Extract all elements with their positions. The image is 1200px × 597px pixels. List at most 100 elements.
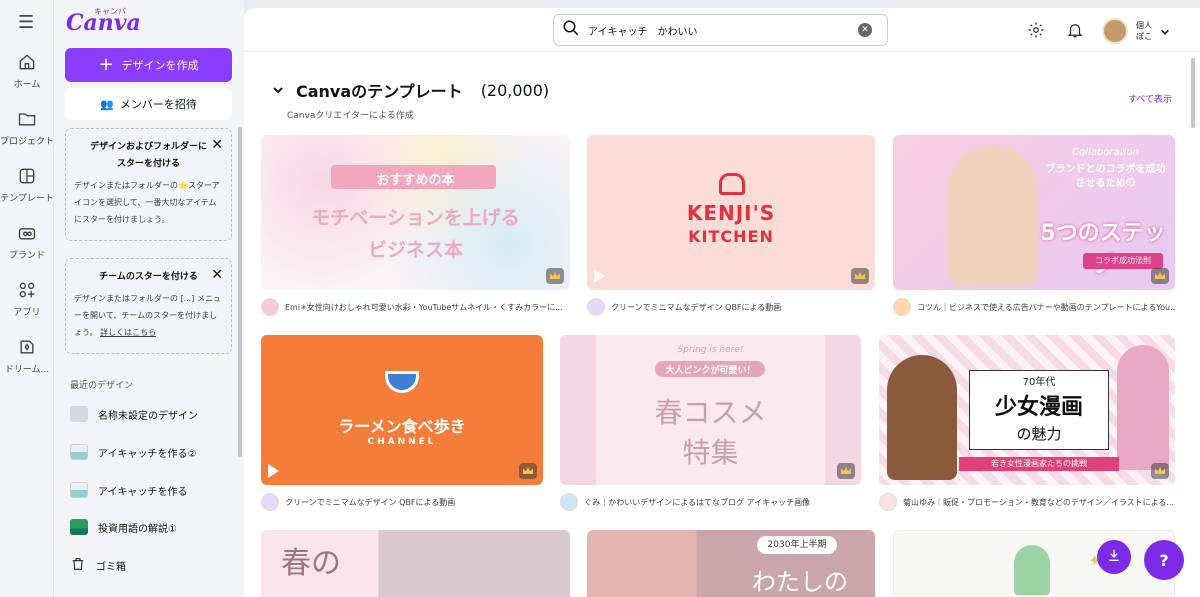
- help-button[interactable]: ?: [1144, 540, 1184, 580]
- trash-item[interactable]: ゴミ箱: [70, 555, 126, 575]
- search-box[interactable]: ✕: [553, 14, 888, 46]
- account-menu[interactable]: 個人 ぽこ: [1102, 18, 1170, 44]
- rail-item-projects[interactable]: プロジェクト: [0, 109, 54, 147]
- side-panel-scrollbar[interactable]: [238, 127, 242, 457]
- see-all-link[interactable]: すべて表示: [1128, 92, 1172, 105]
- template-card[interactable]: 2030年上半期 わたしの: [587, 530, 875, 597]
- crown-icon: [546, 268, 564, 284]
- download-icon: [1106, 547, 1122, 567]
- card-meta[interactable]: クリーンでミニマムなデザイン QBFによる動画: [587, 298, 875, 316]
- section-header[interactable]: Canvaのテンプレート (20,000): [272, 78, 549, 102]
- card-text: 春の: [281, 546, 341, 581]
- gear-icon: [1027, 22, 1045, 43]
- folder-icon: [17, 109, 37, 129]
- invite-members-button[interactable]: 👥 メンバーを招待: [65, 88, 232, 120]
- card-text: ビジネス本: [367, 239, 463, 261]
- card-meta[interactable]: クリーンでミニマムなデザイン QBFによる動画: [261, 493, 543, 511]
- template-card[interactable]: ✦: [893, 530, 1175, 597]
- close-icon[interactable]: ✕: [211, 137, 223, 153]
- rail-item-dream[interactable]: ドリーム...: [0, 337, 54, 375]
- template-card[interactable]: 春の: [261, 530, 570, 597]
- main-content: ✕ 個人ぽこ Canvaのテンプレート (20,000) Canvaクリエイター…: [244, 8, 1200, 597]
- crown-icon: [1151, 463, 1169, 479]
- creator-avatar: [560, 493, 578, 511]
- card-meta-text: ぐみ｜かわいいデザインによるはてなブログ アイキャッチ画像: [584, 497, 811, 507]
- rail-item-home[interactable]: ホーム: [0, 52, 54, 90]
- trash-label: ゴミ箱: [96, 561, 126, 573]
- notifications-button[interactable]: [1066, 21, 1084, 43]
- search-icon: [562, 19, 580, 41]
- recent-design-name: 名称未設定のデザイン: [98, 410, 198, 422]
- dream-icon: [17, 337, 37, 357]
- create-design-button[interactable]: + デザインを作成: [65, 48, 232, 82]
- creator-avatar: [879, 493, 897, 511]
- card-meta[interactable]: コツん｜ビジネスで使える広告バナーや動画のテンプレートによるYou...: [893, 298, 1175, 316]
- tip-title: デザインおよびフォルダーにスターを付ける: [89, 142, 207, 169]
- trash-icon: [70, 556, 86, 575]
- download-button[interactable]: [1097, 540, 1131, 574]
- rail-label: アプリ: [13, 308, 41, 318]
- crown-icon: [519, 463, 537, 479]
- create-design-label: デザインを作成: [121, 59, 199, 72]
- rail-label: ドリーム...: [4, 365, 50, 375]
- card-text: 若き女性漫画家たちの挑戦: [959, 457, 1119, 471]
- play-icon: [594, 269, 605, 283]
- illustration-figure: [1014, 545, 1050, 595]
- card-text: 5つのステップ: [1040, 221, 1166, 278]
- learn-more-link[interactable]: 詳しくはこちら: [100, 328, 156, 337]
- template-card[interactable]: Spring is here! 大人ピンクが可愛い！ 春コスメ 特集: [560, 335, 861, 485]
- avatar: [1102, 18, 1128, 44]
- recent-design-item[interactable]: アイキャッチを作る: [70, 480, 188, 500]
- rail-item-templates[interactable]: テンプレート: [0, 166, 54, 204]
- template-card[interactable]: Collaboration ブランドとのコラボを成功させるための 5つのステップ…: [893, 135, 1175, 290]
- recent-design-item[interactable]: 名称未設定のデザイン: [70, 404, 198, 424]
- account-name: 個人 ぽこ: [1136, 21, 1152, 41]
- card-text: 大人ピンクが可愛い！: [665, 366, 756, 376]
- card-text: KITCHEN: [688, 227, 774, 246]
- main-scrollbar[interactable]: [1191, 58, 1195, 128]
- rail-item-brand[interactable]: ブランド: [0, 223, 54, 261]
- template-icon: [17, 166, 37, 186]
- card-meta[interactable]: ぐみ｜かわいいデザインによるはてなブログ アイキャッチ画像: [560, 493, 861, 511]
- card-meta[interactable]: Emi✳︎女性向けおしゃれ可愛い水彩・YouTubeサムネイル・くすみカラーに.…: [261, 298, 570, 316]
- star-tip-card: ✕ デザインおよびフォルダーにスターを付ける デザインまたはフォルダーの⭐スター…: [65, 128, 232, 241]
- recent-design-item[interactable]: 投資用語の解説①: [70, 517, 177, 537]
- logo-subtitle: キャンバ: [94, 7, 126, 16]
- card-meta[interactable]: 菊山ゆみ｜販促・プロモーション・教育などのデザイン／イラストによる...: [879, 493, 1175, 511]
- play-icon: [268, 464, 279, 478]
- illustration-girl: [887, 355, 957, 480]
- rail-label: テンプレート: [0, 194, 54, 204]
- invite-members-label: メンバーを招待: [119, 98, 197, 111]
- design-thumbnail: [70, 482, 88, 498]
- settings-button[interactable]: [1027, 21, 1045, 43]
- tip-body: デザインまたはフォルダーの⭐スターアイコンを選択して、一番大切なアイテムにスター…: [74, 181, 220, 224]
- card-text: わたしの: [752, 568, 848, 596]
- recent-design-name: アイキャッチを作る②: [98, 448, 197, 460]
- card-text: Spring is here!: [677, 345, 744, 355]
- team-star-tip-card: ✕ チームのスターを付ける デザインまたはフォルダーの [...] メニューを開…: [65, 258, 232, 354]
- card-text: ラーメン食べ歩き: [338, 417, 466, 436]
- menu-collapse-icon[interactable]: ☰: [18, 12, 34, 33]
- rail-item-apps[interactable]: アプリ: [0, 280, 54, 318]
- section-title: Canvaのテンプレート: [296, 82, 463, 101]
- recent-design-item[interactable]: アイキャッチを作る②: [70, 442, 196, 462]
- card-text: Collaboration: [1072, 147, 1139, 158]
- creator-avatar: [261, 298, 279, 316]
- rail-label: プロジェクト: [0, 137, 55, 147]
- card-text: CHANNEL: [367, 437, 437, 447]
- card-text: モチベーションを上げる: [311, 207, 520, 229]
- card-text: コラボ成功法則: [1083, 253, 1163, 269]
- apps-icon: [17, 280, 37, 300]
- template-card[interactable]: おすすめの本 モチベーションを上げる ビジネス本: [261, 135, 570, 290]
- model-photo: [948, 145, 1038, 285]
- clear-search-icon[interactable]: ✕: [858, 23, 872, 37]
- creator-avatar: [261, 493, 279, 511]
- card-text: KENJI'S: [686, 201, 776, 225]
- illustration-girl: [1117, 345, 1169, 470]
- template-card[interactable]: ラーメン食べ歩き CHANNEL: [261, 335, 543, 485]
- search-input[interactable]: [588, 24, 858, 36]
- template-card[interactable]: KENJI'S KITCHEN: [587, 135, 875, 290]
- creator-avatar: [587, 298, 605, 316]
- template-card[interactable]: 70年代 少女漫画 の魅力 若き女性漫画家たちの挑戦: [879, 335, 1175, 485]
- close-icon[interactable]: ✕: [211, 267, 223, 283]
